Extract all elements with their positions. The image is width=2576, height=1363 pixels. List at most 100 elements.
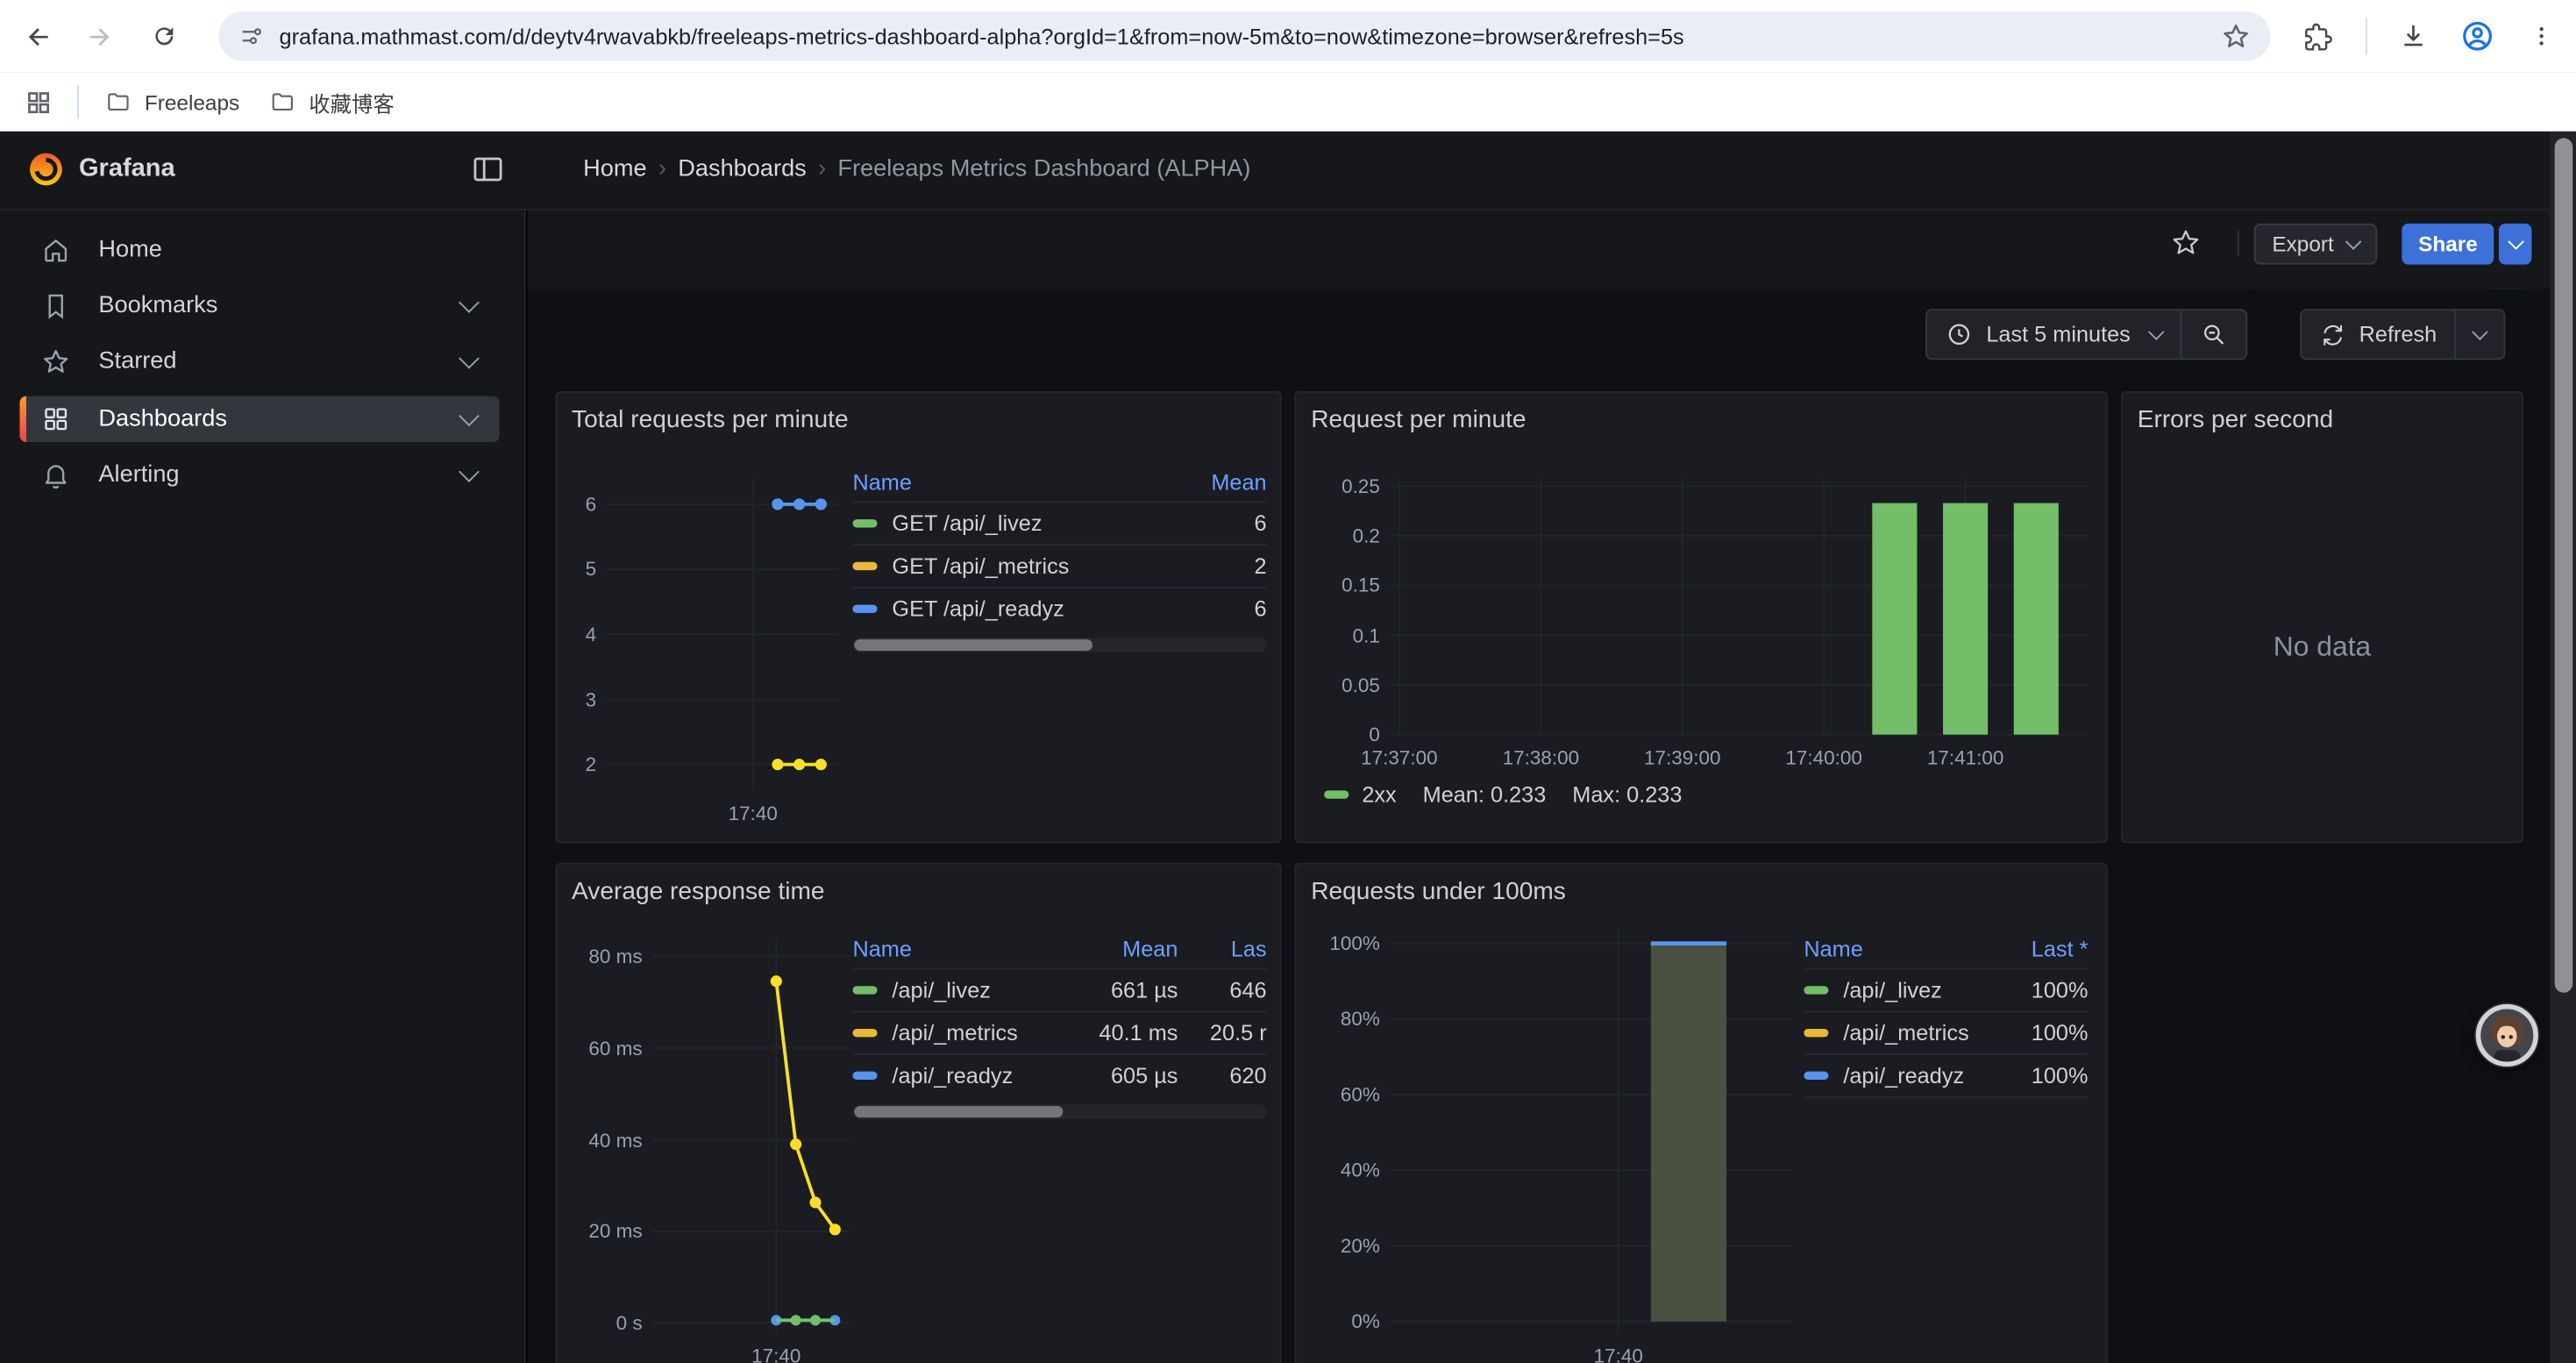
panel-legend-inline[interactable]: 2xx Mean: 0.233 Max: 0.233 <box>1324 782 1682 807</box>
scrollbar-thumb[interactable] <box>854 1106 1063 1117</box>
legend-last-header[interactable]: Last * <box>2003 937 2088 961</box>
kebab-menu-icon <box>2529 23 2555 49</box>
expand-chevron[interactable] <box>462 406 477 432</box>
profile-button[interactable] <box>2452 11 2501 61</box>
series-color-pill <box>852 986 877 994</box>
expand-chevron[interactable] <box>462 348 477 375</box>
series-mean-value: 6 <box>1198 511 1267 536</box>
refresh-button[interactable]: Refresh <box>2302 310 2455 358</box>
breadcrumb-home[interactable]: Home <box>583 155 646 182</box>
time-range-label: Last 5 minutes <box>1986 322 2131 346</box>
legend-row[interactable]: GET /api/_metrics 2 <box>852 546 1266 587</box>
bar-chart[interactable]: 0.250.20.150.10.05017:37:0017:38:0017:39… <box>1296 393 2106 842</box>
apps-grid-button[interactable] <box>13 77 62 126</box>
legend-row[interactable]: /api/_livez 661 µs 646 <box>852 969 1266 1010</box>
legend-mean-header[interactable]: Mean <box>1198 470 1267 495</box>
panel-errors-per-second[interactable]: Errors per second No data <box>2121 391 2523 843</box>
legend-row[interactable]: /api/_metrics 100% <box>1804 1012 2088 1053</box>
sidebar-item-alerting[interactable]: Alerting <box>19 452 499 497</box>
back-button[interactable] <box>13 11 62 61</box>
star-icon <box>2170 227 2202 259</box>
series-color-pill <box>1324 790 1348 798</box>
sidebar-item-bookmarks[interactable]: Bookmarks <box>19 282 499 328</box>
time-range-controls: Last 5 minutes <box>1925 309 2247 360</box>
sidebar-toggle-button[interactable] <box>470 151 506 187</box>
legend-row[interactable]: GET /api/_readyz 6 <box>852 589 1266 630</box>
sidebar-item-starred[interactable]: Starred <box>19 339 499 384</box>
extensions-button[interactable] <box>2294 11 2343 61</box>
legend-row[interactable]: /api/_livez 100% <box>1804 969 2088 1010</box>
breadcrumb-current: Freeleaps Metrics Dashboard (ALPHA) <box>837 155 1250 182</box>
series-name: GET /api/_readyz <box>892 596 1064 621</box>
forward-button[interactable] <box>74 11 123 61</box>
share-menu-button[interactable] <box>2499 224 2531 265</box>
share-button[interactable]: Share <box>2402 224 2494 265</box>
site-settings-icon[interactable] <box>238 23 265 49</box>
bookmark-folder-freeleaps[interactable]: Freeleaps <box>92 82 253 122</box>
sidebar-toggle-icon <box>470 151 506 187</box>
y-axis-tick: 0.05 <box>1288 674 1380 696</box>
chart-canvas[interactable] <box>1296 393 2106 842</box>
bookmark-label: Freeleaps <box>145 89 239 114</box>
series-color-pill <box>852 1029 877 1037</box>
favorite-dashboard-button[interactable] <box>2170 227 2202 259</box>
series-name: /api/_metrics <box>892 1021 1017 1045</box>
panel-total-requests-per-minute[interactable]: Total requests per minute 6543217:40 Nam… <box>555 391 1281 843</box>
scrollbar-thumb[interactable] <box>2554 138 2572 992</box>
legend-scrollbar[interactable] <box>852 638 1266 653</box>
series-last-value: 620 <box>1191 1063 1266 1088</box>
chevron-down-icon <box>2507 233 2523 250</box>
refresh-interval-button[interactable] <box>2455 310 2504 358</box>
time-range-picker[interactable]: Last 5 minutes <box>1927 310 2180 358</box>
downloads-button[interactable] <box>2388 11 2437 61</box>
panel-average-response-time[interactable]: Average response time 80 ms60 ms40 ms20 … <box>555 863 1281 1363</box>
x-axis-tick: 17:37:00 <box>1326 746 1474 769</box>
series-color-pill <box>1804 1072 1828 1080</box>
export-label: Export <box>2272 232 2333 256</box>
breadcrumb: Home › Dashboards › Freeleaps Metrics Da… <box>583 154 1250 182</box>
scrollbar-thumb[interactable] <box>854 639 1092 651</box>
sidebar-item-label: Starred <box>98 348 176 375</box>
browser-menu-button[interactable] <box>2517 11 2566 61</box>
legend-row[interactable]: /api/_metrics 40.1 ms 20.5 r <box>852 1012 1266 1053</box>
legend-mean-header[interactable]: Mean <box>1076 937 1178 961</box>
sidebar-item-dashboards[interactable]: Dashboards <box>19 396 499 442</box>
panel-title[interactable]: Errors per second <box>2138 406 2333 434</box>
expand-chevron[interactable] <box>462 293 477 319</box>
legend-scrollbar[interactable] <box>852 1104 1266 1119</box>
grafana-logo[interactable] <box>26 150 66 189</box>
breadcrumb-dashboards[interactable]: Dashboards <box>678 155 807 182</box>
y-axis-tick: 80% <box>1288 1008 1380 1031</box>
expand-chevron[interactable] <box>462 462 477 489</box>
panel-request-per-minute[interactable]: Request per minute 0.250.20.150.10.05017… <box>1294 391 2107 843</box>
zoom-out-button[interactable] <box>2180 310 2245 358</box>
bookmark-star-icon[interactable] <box>2221 21 2251 51</box>
legend-row[interactable]: /api/_readyz 100% <box>1804 1055 2088 1096</box>
series-max: Max: 0.233 <box>1572 782 1682 807</box>
legend-row[interactable]: /api/_readyz 605 µs 620 <box>852 1055 1266 1096</box>
x-axis-tick: 17:39:00 <box>1608 746 1756 769</box>
refresh-controls: Refresh <box>2300 309 2506 360</box>
sidebar-item-label: Dashboards <box>98 406 227 432</box>
legend-row[interactable]: GET /api/_livez 6 <box>852 503 1266 544</box>
legend-name-header[interactable]: Name <box>1804 937 1989 961</box>
reload-button[interactable] <box>139 11 189 61</box>
bookmark-folder-blogs[interactable]: 收藏博客 <box>256 82 407 122</box>
legend-name-header[interactable]: Name <box>852 937 1063 961</box>
sidebar-item-home[interactable]: Home <box>19 227 499 273</box>
address-bar[interactable]: grafana.mathmast.com/d/deytv4rwavabkb/fr… <box>218 11 2270 61</box>
legend-name-header[interactable]: Name <box>852 470 1184 495</box>
legend-last-header[interactable]: Las <box>1191 937 1266 961</box>
refresh-icon <box>2320 321 2346 347</box>
series-color-pill <box>852 1072 877 1080</box>
series-color-pill <box>852 562 877 570</box>
floating-assistant-avatar[interactable] <box>2476 1004 2538 1067</box>
url-text[interactable]: grafana.mathmast.com/d/deytv4rwavabkb/fr… <box>280 24 2222 48</box>
panel-requests-under-100ms[interactable]: Requests under 100ms 100%80%60%40%20%0%1… <box>1294 863 2107 1363</box>
panel-legend-table: Name Last * /api/_livez 100% /api/_metri… <box>1804 931 2088 1098</box>
chevron-down-icon <box>2148 324 2165 340</box>
y-axis-tick: 6 <box>504 493 596 516</box>
screen: grafana.mathmast.com/d/deytv4rwavabkb/fr… <box>0 0 2576 1363</box>
export-button[interactable]: Export <box>2254 224 2377 265</box>
y-axis-tick: 60% <box>1288 1083 1380 1106</box>
